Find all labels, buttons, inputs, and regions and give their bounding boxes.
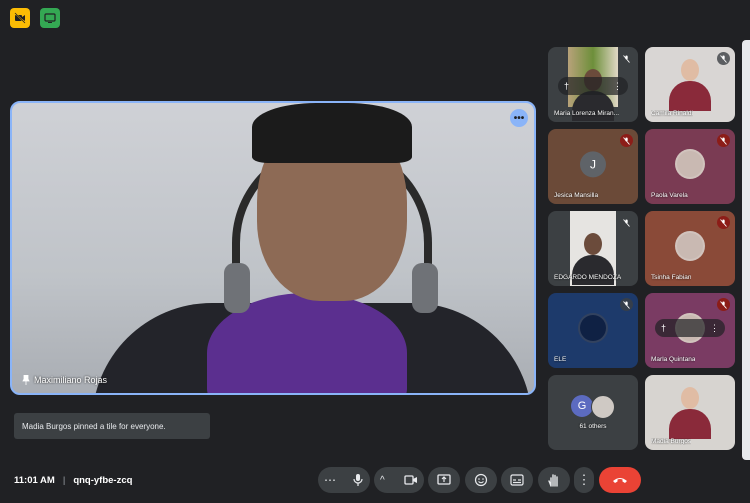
- participant-name: Maximiliano Rojas: [22, 375, 107, 385]
- meeting-info: 11:01 AM | qnq-yfbe-zcq: [14, 475, 132, 486]
- main-video-tile[interactable]: ••• Maximiliano Rojas: [10, 101, 536, 395]
- mic-off-icon: [717, 298, 730, 311]
- video-frame: [412, 263, 438, 313]
- participant-tile[interactable]: Madia Burgos: [645, 375, 735, 450]
- more-vert-icon[interactable]: ⋮: [613, 81, 622, 92]
- more-vert-button[interactable]: ⋮: [574, 467, 594, 493]
- more-options-icon: ⋯: [324, 473, 336, 487]
- avatar: [591, 395, 615, 419]
- screen-share-icon: [44, 13, 56, 23]
- participant-tile[interactable]: Camila Rinaldi: [645, 47, 735, 122]
- tile-more-button[interactable]: •••: [510, 109, 528, 127]
- reactions-button[interactable]: [465, 467, 497, 493]
- camera-off-badge[interactable]: [10, 8, 30, 28]
- pin-icon[interactable]: †: [661, 323, 666, 333]
- separator: |: [62, 475, 66, 486]
- emoji-icon: [474, 473, 488, 487]
- participant-tile[interactable]: G 61 others: [548, 375, 638, 450]
- side-panel-edge: [742, 40, 750, 460]
- mic-off-icon: [620, 298, 633, 311]
- leave-call-button[interactable]: [599, 467, 641, 493]
- more-options-button[interactable]: ⋯: [318, 467, 370, 493]
- avatar: [578, 312, 608, 343]
- video-frame: [224, 263, 250, 313]
- screen-share-badge[interactable]: [40, 8, 60, 28]
- participant-name: ELE: [554, 356, 567, 363]
- video-frame: [669, 409, 711, 439]
- participant-name: Maria Lorenza Miran...: [554, 110, 620, 117]
- mic-off-icon: [717, 216, 730, 229]
- camera-off-icon: [14, 12, 26, 24]
- mic-off-icon: [620, 52, 633, 65]
- leave-call-icon: [613, 478, 627, 483]
- video-frame: [584, 233, 602, 255]
- tile-hover-controls[interactable]: † ⋮: [655, 319, 725, 337]
- participant-tile[interactable]: J Jesica Mansilla: [548, 129, 638, 204]
- mic-off-icon: [717, 134, 730, 147]
- mic-off-icon: [620, 216, 633, 229]
- participant-name: Marla Quintana: [651, 356, 696, 363]
- video-frame: [669, 81, 711, 111]
- raise-hand-icon: [548, 474, 558, 487]
- captions-icon: [510, 474, 524, 486]
- avatar: [675, 230, 705, 261]
- avatar: [675, 148, 705, 179]
- video-frame: [252, 103, 412, 163]
- participant-tile[interactable]: † ⋮ Maria Lorenza Miran...: [548, 47, 638, 122]
- more-vert-icon: ⋮: [577, 472, 591, 487]
- participant-name: Jesica Mansilla: [554, 192, 599, 199]
- mic-off-icon: [620, 134, 633, 147]
- pin-icon: [22, 375, 30, 385]
- tile-hover-controls[interactable]: † ⋮: [558, 77, 628, 95]
- participant-tile[interactable]: † ⋮ Marla Quintana: [645, 293, 735, 368]
- meeting-code: qnq-yfbe-zcq: [73, 475, 133, 486]
- mic-off-icon: [717, 52, 730, 65]
- participant-tile[interactable]: EDGARDO MENDOZA: [548, 211, 638, 286]
- participant-tile[interactable]: Paola Varela: [645, 129, 735, 204]
- video-frame: [681, 387, 699, 409]
- camera-toggle-button[interactable]: ^: [374, 467, 424, 493]
- present-icon: [437, 474, 451, 485]
- avatar: J: [580, 150, 606, 177]
- chevron-up-icon: ^: [380, 474, 385, 486]
- participant-name: EDGARDO MENDOZA: [554, 274, 622, 281]
- toast-text: Madia Burgos pinned a tile for everyone.: [22, 421, 166, 431]
- camera-icon: [404, 475, 417, 485]
- notification-toast: Madia Burgos pinned a tile for everyone.: [14, 413, 210, 439]
- avatar: G: [571, 395, 593, 417]
- participant-name: Madia Burgos: [651, 438, 692, 445]
- more-vert-icon[interactable]: ⋮: [710, 323, 719, 334]
- video-frame: [681, 59, 699, 81]
- microphone-icon: [353, 474, 363, 486]
- meeting-time: 11:01 AM: [14, 475, 55, 486]
- captions-button[interactable]: [501, 467, 533, 493]
- raise-hand-button[interactable]: [538, 467, 570, 493]
- participant-name: Camila Rinaldi: [651, 110, 693, 117]
- participant-tile[interactable]: Tsinha Fabian: [645, 211, 735, 286]
- participant-name: 61 others: [579, 423, 607, 430]
- participant-name: Paola Varela: [651, 192, 688, 199]
- main-participant-name: Maximiliano Rojas: [34, 375, 108, 385]
- participant-tile[interactable]: ELE: [548, 293, 638, 368]
- pin-icon[interactable]: †: [564, 81, 569, 91]
- participant-name: Tsinha Fabian: [651, 274, 692, 281]
- present-button[interactable]: [428, 467, 460, 493]
